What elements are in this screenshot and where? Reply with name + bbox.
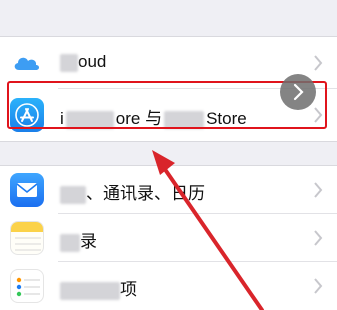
notes-label-text: 录 — [80, 232, 97, 251]
reminders-row[interactable]: 项 — [0, 262, 337, 310]
redacted-text — [60, 233, 80, 252]
chevron-right-icon — [314, 182, 323, 198]
assistive-touch-button[interactable] — [280, 74, 316, 110]
notes-label: 录 — [60, 227, 97, 252]
chevron-right-icon — [314, 278, 323, 294]
reminders-label: 项 — [60, 275, 137, 300]
notes-icon — [10, 221, 44, 255]
mail-label-text: 、通讯录、日历 — [86, 184, 205, 203]
icloud-label-text: oud — [78, 52, 107, 71]
chevron-right-icon — [314, 230, 323, 246]
icloud-icon — [10, 46, 44, 80]
chevron-right-icon — [293, 83, 304, 101]
highlight-box — [7, 81, 327, 129]
reminders-icon — [10, 269, 44, 303]
settings-group-apps: 、通讯录、日历 录 项 — [0, 165, 337, 310]
reminders-label-text: 项 — [120, 280, 137, 299]
notes-row[interactable]: 录 — [0, 214, 337, 262]
settings-screen: oud i ore 与 Store 、通讯录、日历 录 项 — [0, 0, 337, 310]
mail-icon — [10, 173, 44, 207]
redacted-text — [60, 185, 86, 204]
mail-label: 、通讯录、日历 — [60, 179, 205, 204]
mail-contacts-calendar-row[interactable]: 、通讯录、日历 — [0, 166, 337, 214]
icloud-label: oud — [60, 52, 106, 72]
redacted-text — [60, 53, 78, 72]
chevron-right-icon — [314, 55, 323, 71]
redacted-text — [60, 281, 120, 300]
